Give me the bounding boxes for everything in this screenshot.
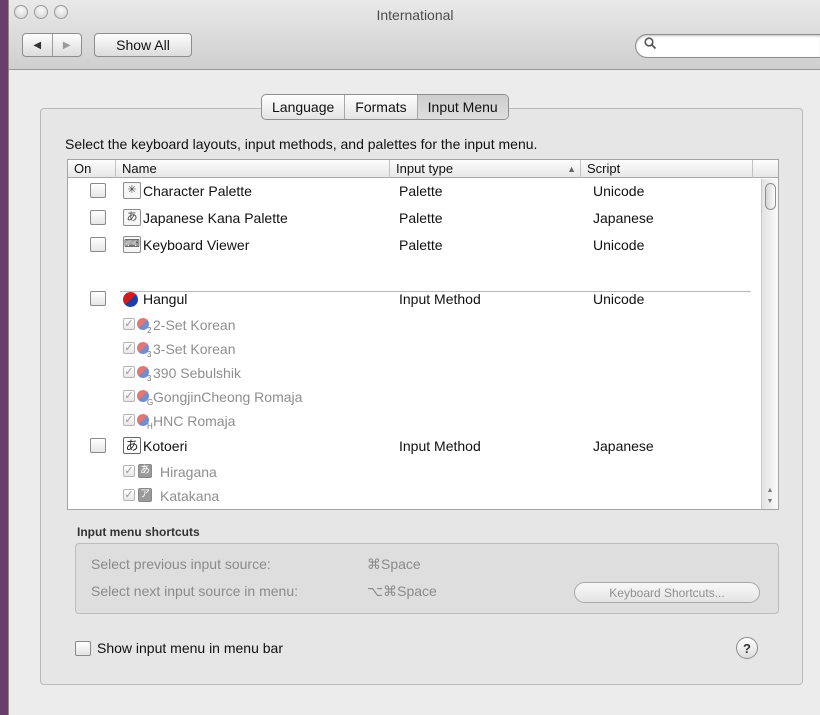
- input-sources-table: On Name Input type ▲ Script ✳ Character …: [67, 159, 779, 510]
- show-all-button[interactable]: Show All: [94, 33, 192, 57]
- source-name: Japanese Kana Palette: [143, 210, 288, 226]
- keyboard-shortcuts-button[interactable]: Keyboard Shortcuts...: [574, 582, 760, 603]
- enable-checkbox[interactable]: [90, 210, 106, 225]
- column-on[interactable]: On: [68, 160, 116, 178]
- input-type: Palette: [399, 210, 443, 226]
- script: Japanese: [593, 438, 654, 454]
- tab-bar: Language Formats Input Menu: [261, 94, 509, 120]
- input-type: Palette: [399, 237, 443, 253]
- tab-formats[interactable]: Formats: [345, 95, 418, 119]
- column-input-type[interactable]: Input type ▲: [390, 160, 581, 178]
- table-row[interactable]: ✳ Character Palette Palette Unicode: [68, 181, 761, 205]
- checked-checkbox[interactable]: ✓: [123, 318, 135, 330]
- column-script[interactable]: Script: [581, 160, 753, 178]
- show-input-menu-option[interactable]: Show input menu in menu bar: [75, 640, 283, 656]
- vertical-scrollbar[interactable]: ▲ ▼: [761, 179, 778, 509]
- back-arrow-icon: ◀: [33, 39, 42, 51]
- table-row[interactable]: Hangul Input Method Unicode: [68, 289, 761, 313]
- source-name: 2-Set Korean: [153, 317, 236, 333]
- table-row[interactable]: ⌨ Keyboard Viewer Palette Unicode: [68, 235, 761, 259]
- table-row[interactable]: あ Kotoeri Input Method Japanese: [68, 436, 761, 460]
- source-name: Hangul: [143, 291, 188, 307]
- kotoeri-icon: あ: [123, 437, 141, 454]
- source-name: GongjinCheong Romaja: [153, 389, 303, 405]
- keyboard-viewer-icon: ⌨: [123, 236, 141, 253]
- enable-checkbox[interactable]: [90, 237, 106, 252]
- input-type: Input Method: [399, 291, 481, 307]
- show-input-menu-checkbox[interactable]: [75, 640, 91, 656]
- katakana-icon: ア: [138, 488, 152, 502]
- script: Unicode: [593, 237, 645, 253]
- input-type: Input Method: [399, 438, 481, 454]
- shortcuts-group: [75, 543, 779, 614]
- help-icon: ?: [743, 640, 751, 656]
- table-header: On Name Input type ▲ Script: [68, 160, 778, 178]
- search-field[interactable]: [635, 34, 820, 58]
- column-name[interactable]: Name: [116, 160, 390, 178]
- source-name: Character Palette: [143, 183, 252, 199]
- tab-language[interactable]: Language: [262, 95, 346, 119]
- column-spacer: [753, 160, 778, 178]
- next-source-shortcut: ⌥⌘Space: [367, 583, 437, 599]
- prev-source-label: Select previous input source:: [91, 556, 271, 572]
- enable-checkbox[interactable]: [90, 438, 106, 453]
- back-forward-control: ◀ ▶: [22, 33, 82, 57]
- source-name: 390 Sebulshik: [153, 365, 241, 381]
- list-item[interactable]: ✓ H HNC Romaja: [68, 411, 761, 435]
- list-item[interactable]: ✓ ア Katakana: [68, 486, 761, 509]
- character-palette-icon: ✳: [123, 182, 141, 199]
- checked-checkbox[interactable]: ✓: [123, 366, 135, 378]
- list-item[interactable]: ✓ 2 2-Set Korean: [68, 315, 761, 339]
- scroll-up-arrow-icon[interactable]: ▲: [762, 485, 778, 496]
- source-name: Hiragana: [160, 464, 217, 480]
- forward-button[interactable]: ▶: [53, 34, 82, 56]
- list-item[interactable]: ✓ 3 390 Sebulshik: [68, 363, 761, 387]
- checked-checkbox[interactable]: ✓: [123, 342, 135, 354]
- search-icon: [644, 37, 657, 53]
- list-item[interactable]: ✓ あ Hiragana: [68, 462, 761, 486]
- script: Unicode: [593, 291, 645, 307]
- preferences-window: International ◀ ▶ Show All Language Form…: [8, 0, 820, 715]
- enable-checkbox[interactable]: [90, 183, 106, 198]
- help-button[interactable]: ?: [736, 637, 758, 659]
- source-name: Katakana: [160, 488, 220, 504]
- show-input-menu-label: Show input menu in menu bar: [97, 640, 283, 656]
- next-source-label: Select next input source in menu:: [91, 583, 299, 599]
- hiragana-icon: あ: [138, 464, 152, 478]
- tab-input-menu[interactable]: Input Menu: [417, 95, 508, 119]
- kana-palette-icon: あ: [123, 209, 141, 226]
- list-item[interactable]: ✓ 3 3-Set Korean: [68, 339, 761, 363]
- layout-badge: 2: [147, 326, 152, 335]
- source-name: Keyboard Viewer: [143, 237, 250, 253]
- table-row[interactable]: あ Japanese Kana Palette Palette Japanese: [68, 208, 761, 232]
- checked-checkbox[interactable]: ✓: [123, 390, 135, 402]
- enable-checkbox[interactable]: [90, 291, 106, 306]
- layout-badge: 3: [147, 350, 152, 359]
- input-type: Palette: [399, 183, 443, 199]
- layout-badge: H: [147, 422, 153, 431]
- window-title: International: [376, 7, 454, 23]
- table-body: ✳ Character Palette Palette Unicode あ Ja…: [68, 179, 761, 509]
- list-item[interactable]: ✓ G GongjinCheong Romaja: [68, 387, 761, 411]
- checked-checkbox[interactable]: ✓: [123, 414, 135, 426]
- sort-ascending-icon: ▲: [567, 164, 576, 174]
- korean-flag-icon: [123, 292, 138, 307]
- source-name: 3-Set Korean: [153, 341, 236, 357]
- source-name: Kotoeri: [143, 438, 188, 454]
- script: Unicode: [593, 183, 645, 199]
- shortcuts-group-title: Input menu shortcuts: [77, 525, 200, 539]
- forward-arrow-icon: ▶: [62, 39, 71, 51]
- checked-checkbox[interactable]: ✓: [123, 489, 135, 501]
- checked-checkbox[interactable]: ✓: [123, 465, 135, 477]
- scroll-thumb[interactable]: [765, 183, 776, 210]
- script: Japanese: [593, 210, 654, 226]
- scroll-down-arrow-icon[interactable]: ▼: [762, 496, 778, 507]
- instruction-text: Select the keyboard layouts, input metho…: [65, 136, 538, 152]
- column-input-type-label: Input type: [396, 161, 454, 176]
- layout-badge: 3: [147, 374, 152, 383]
- prev-source-shortcut: ⌘Space: [367, 556, 421, 572]
- back-button[interactable]: ◀: [23, 34, 53, 56]
- source-name: HNC Romaja: [153, 413, 236, 429]
- toolbar: International ◀ ▶ Show All: [9, 0, 820, 70]
